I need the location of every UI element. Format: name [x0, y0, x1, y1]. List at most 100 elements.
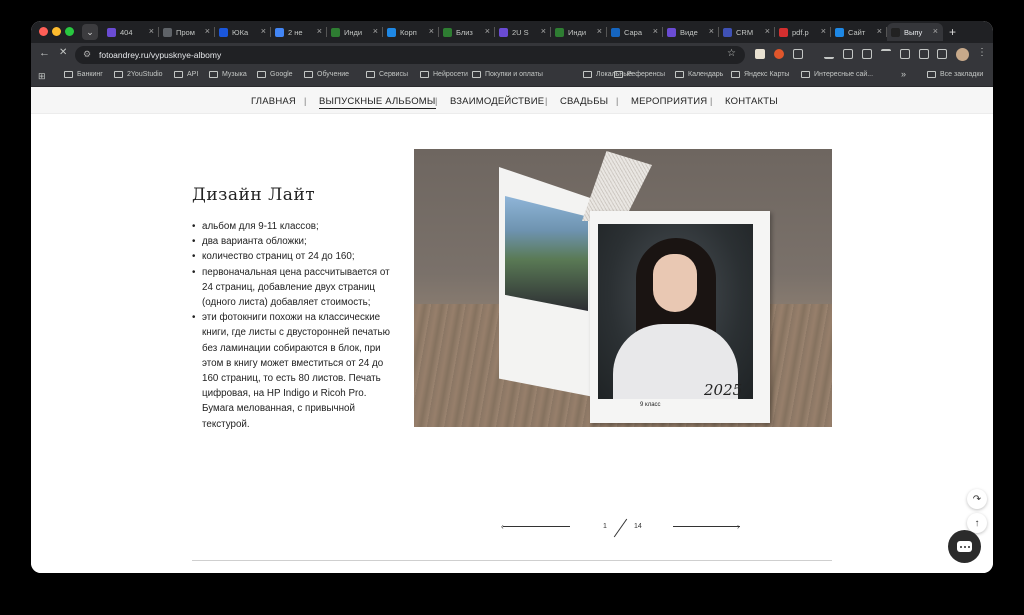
all-bookmarks[interactable]: Все закладки [927, 71, 983, 78]
bookmarks-more-icon[interactable]: » [901, 69, 906, 79]
close-tab-icon[interactable]: × [485, 26, 490, 36]
bookmark-item[interactable]: Референсы [614, 71, 665, 78]
tab-title: 404 [120, 27, 133, 37]
chat-button[interactable] [948, 530, 981, 563]
extensions-puzzle-icon[interactable] [793, 49, 803, 59]
slide-divider [613, 518, 628, 538]
browser-tab[interactable]: Корп × [383, 23, 439, 41]
translate-icon[interactable] [862, 49, 872, 59]
tab-favicon [779, 27, 788, 37]
close-tab-icon[interactable]: × [261, 26, 266, 36]
close-tab-icon[interactable]: × [709, 26, 714, 36]
close-tab-icon[interactable]: × [317, 26, 322, 36]
bookmark-item[interactable]: Интересные сай... [801, 71, 873, 78]
bookmark-item[interactable]: Сервисы [366, 71, 408, 78]
extension-icon[interactable] [774, 49, 784, 59]
tab-favicon [387, 27, 396, 37]
browser-tab[interactable]: 404 × [103, 23, 159, 41]
browser-tab[interactable]: 2U S × [495, 23, 551, 41]
bookmark-label: Референсы [627, 71, 666, 78]
browser-tab[interactable]: Инди × [327, 23, 383, 41]
site-nav-item[interactable]: ГЛАВНАЯ [251, 96, 296, 107]
close-tab-icon[interactable]: × [205, 26, 210, 36]
sidebar-icon[interactable] [937, 49, 947, 59]
close-tab-icon[interactable]: × [373, 26, 378, 36]
profile-avatar[interactable] [956, 48, 969, 61]
bookmark-item[interactable]: Календарь [675, 71, 723, 78]
feature-item: альбом для 9-11 классов; [192, 219, 392, 234]
browser-tab[interactable]: Выпу × [887, 23, 943, 41]
slide-total: 14 [634, 523, 642, 530]
bookmark-item[interactable]: API [174, 71, 198, 78]
close-tab-icon[interactable]: × [653, 26, 658, 36]
bookmark-item[interactable]: Музыка [209, 71, 247, 78]
site-nav-item[interactable]: ВЗАИМОДЕЙСТВИЕ [450, 96, 544, 107]
extension-icon[interactable] [755, 49, 765, 59]
tab-favicon [555, 27, 564, 37]
window-maximize-button[interactable] [65, 27, 74, 36]
tab-favicon [443, 27, 452, 37]
window-minimize-button[interactable] [52, 27, 61, 36]
browser-tab[interactable]: 2 не × [271, 23, 327, 41]
browser-tab[interactable]: Инди × [551, 23, 607, 41]
back-arrow-icon[interactable]: ← [39, 47, 50, 59]
site-nav-item[interactable]: СВАДЬБЫ [560, 96, 608, 107]
browser-tab[interactable]: Пром × [159, 23, 215, 41]
close-tab-icon[interactable]: × [821, 26, 826, 36]
close-tab-icon[interactable]: × [933, 26, 938, 36]
browser-tab[interactable]: CRM × [719, 23, 775, 41]
close-tab-icon[interactable]: × [765, 26, 770, 36]
extension-icon[interactable] [843, 49, 853, 59]
tools-icon[interactable] [900, 49, 910, 59]
site-nav-item[interactable]: МЕРОПРИЯТИЯ [631, 96, 707, 107]
arrow-right-icon: › [737, 522, 740, 531]
close-tab-icon[interactable]: × [429, 26, 434, 36]
bookmark-item[interactable]: Обучение [304, 71, 349, 78]
bookmark-item[interactable]: Яндекс Карты [731, 71, 789, 78]
next-arrow[interactable]: › [671, 517, 743, 537]
tab-title: 2 не [288, 27, 303, 37]
tab-search-button[interactable]: ⌄ [82, 24, 98, 40]
close-tab-icon[interactable]: × [149, 26, 154, 36]
nav-separator: | [710, 96, 713, 106]
close-tab-icon[interactable]: × [597, 26, 602, 36]
tab-strip: ⌄ 404 × Пром × ЮКа × 2 не × Инди × Корп × Близ × 2U S ×… [31, 21, 993, 43]
link-icon[interactable] [881, 49, 891, 59]
browser-tab[interactable]: Сара × [607, 23, 663, 41]
share-button[interactable]: ↷ [967, 489, 987, 509]
site-nav-item[interactable]: ВЫПУСКНЫЕ АЛЬБОМЫ [319, 96, 436, 109]
close-tab-icon[interactable]: × [541, 26, 546, 36]
bookmark-item[interactable]: Google [257, 71, 293, 78]
browser-tab[interactable]: Близ × [439, 23, 495, 41]
site-info-icon[interactable]: ⚙ [83, 49, 91, 60]
browser-tab[interactable]: pdf.p × [775, 23, 831, 41]
tab-title: ЮКа [232, 27, 249, 37]
nav-separator: | [545, 96, 548, 106]
browser-tab[interactable]: Сайт × [831, 23, 887, 41]
bookmark-item[interactable]: Покупки и оплаты [472, 71, 543, 78]
close-tab-icon[interactable]: × [877, 26, 882, 36]
share-icon: ↷ [972, 493, 982, 505]
new-tab-button[interactable]: + [949, 23, 956, 43]
prev-arrow[interactable]: ‹ [501, 517, 571, 537]
bookmark-item[interactable]: Банкинг [64, 71, 103, 78]
browser-tab[interactable]: Виде × [663, 23, 719, 41]
qr-icon[interactable] [919, 49, 929, 59]
menu-dots-icon[interactable]: ⋮ [977, 47, 987, 58]
stop-loading-icon[interactable]: ✕ [59, 47, 67, 58]
bookmark-label: Google [270, 71, 293, 78]
folder-icon [583, 71, 592, 78]
bookmark-star-icon[interactable]: ☆ [727, 48, 736, 59]
window-close-button[interactable] [39, 27, 48, 36]
site-nav-item[interactable]: КОНТАКТЫ [725, 96, 778, 107]
apps-grid-icon[interactable]: ⊞ [38, 71, 46, 82]
download-icon[interactable] [824, 49, 834, 59]
folder-icon [731, 71, 740, 78]
browser-tab[interactable]: ЮКа × [215, 23, 271, 41]
portrait-face [653, 254, 697, 312]
bookmark-label: Обучение [317, 71, 350, 78]
address-bar[interactable]: ⚙ fotoandrey.ru/vypusknye-albomy ☆ [75, 46, 745, 64]
bookmark-item[interactable]: 2YouStudio [114, 71, 163, 78]
chat-icon [957, 541, 972, 552]
bookmark-item[interactable]: Нейросети [420, 71, 468, 78]
